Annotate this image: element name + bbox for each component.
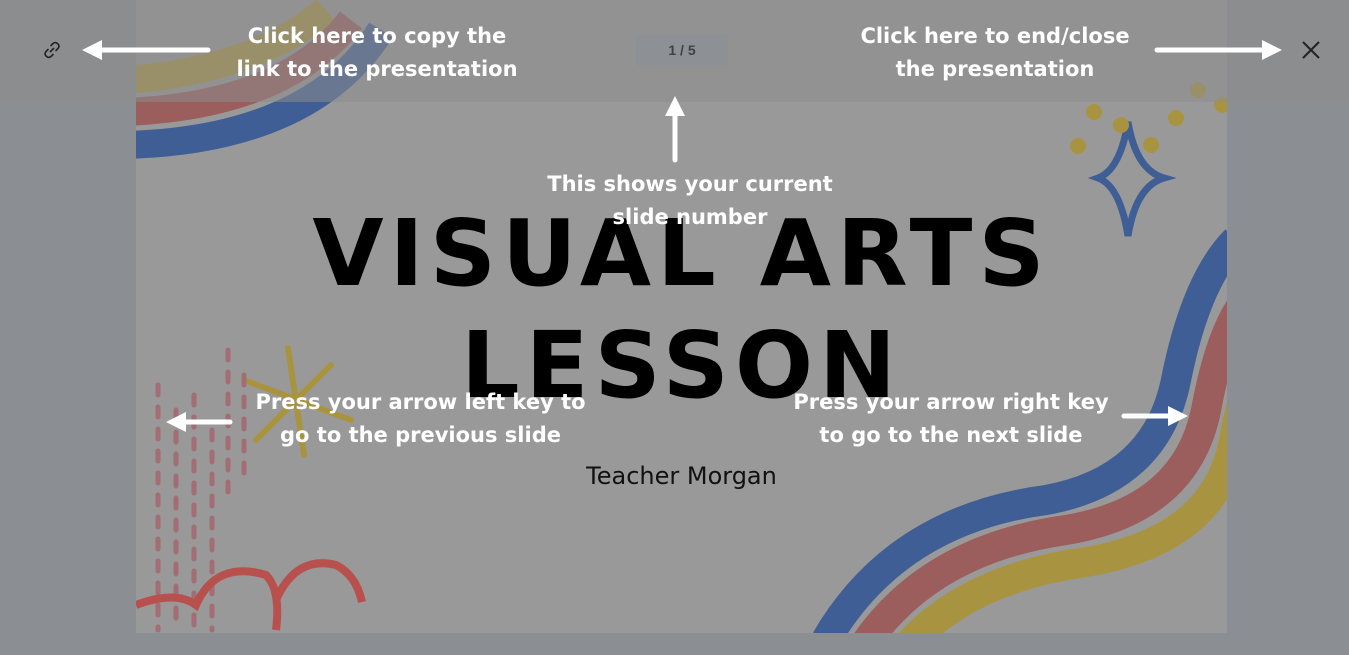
presentation-toolbar: 1 / 5 [0,0,1349,102]
slide-counter: 1 / 5 [636,34,728,66]
note-close-line2: the presentation [895,57,1095,81]
note-slide-number-line2: slide number [612,205,768,229]
note-prev-line1: Press your arrow left key to [255,390,586,414]
note-prev-line2: go to the previous slide [280,423,561,447]
note-next-line1: Press your arrow right key [793,390,1109,414]
note-close: Click here to end/close the presentation [855,20,1135,86]
note-slide-number-line1: This shows your current [547,172,833,196]
copy-link-button[interactable] [36,34,68,66]
link-icon [44,41,60,59]
slide-subtitle: Teacher Morgan [586,462,777,490]
note-prev-slide: Press your arrow left key to go to the p… [248,386,593,452]
note-copy-link-line2: link to the presentation [236,57,518,81]
note-copy-link: Click here to copy the link to the prese… [232,20,522,86]
close-icon [1302,41,1320,59]
note-copy-link-line1: Click here to copy the [247,24,507,48]
note-next-slide: Press your arrow right key to go to the … [786,386,1116,452]
note-close-line1: Click here to end/close [860,24,1130,48]
note-next-line2: to go to the next slide [819,423,1083,447]
close-presentation-button[interactable] [1295,34,1327,66]
note-slide-number: This shows your current slide number [540,168,840,234]
